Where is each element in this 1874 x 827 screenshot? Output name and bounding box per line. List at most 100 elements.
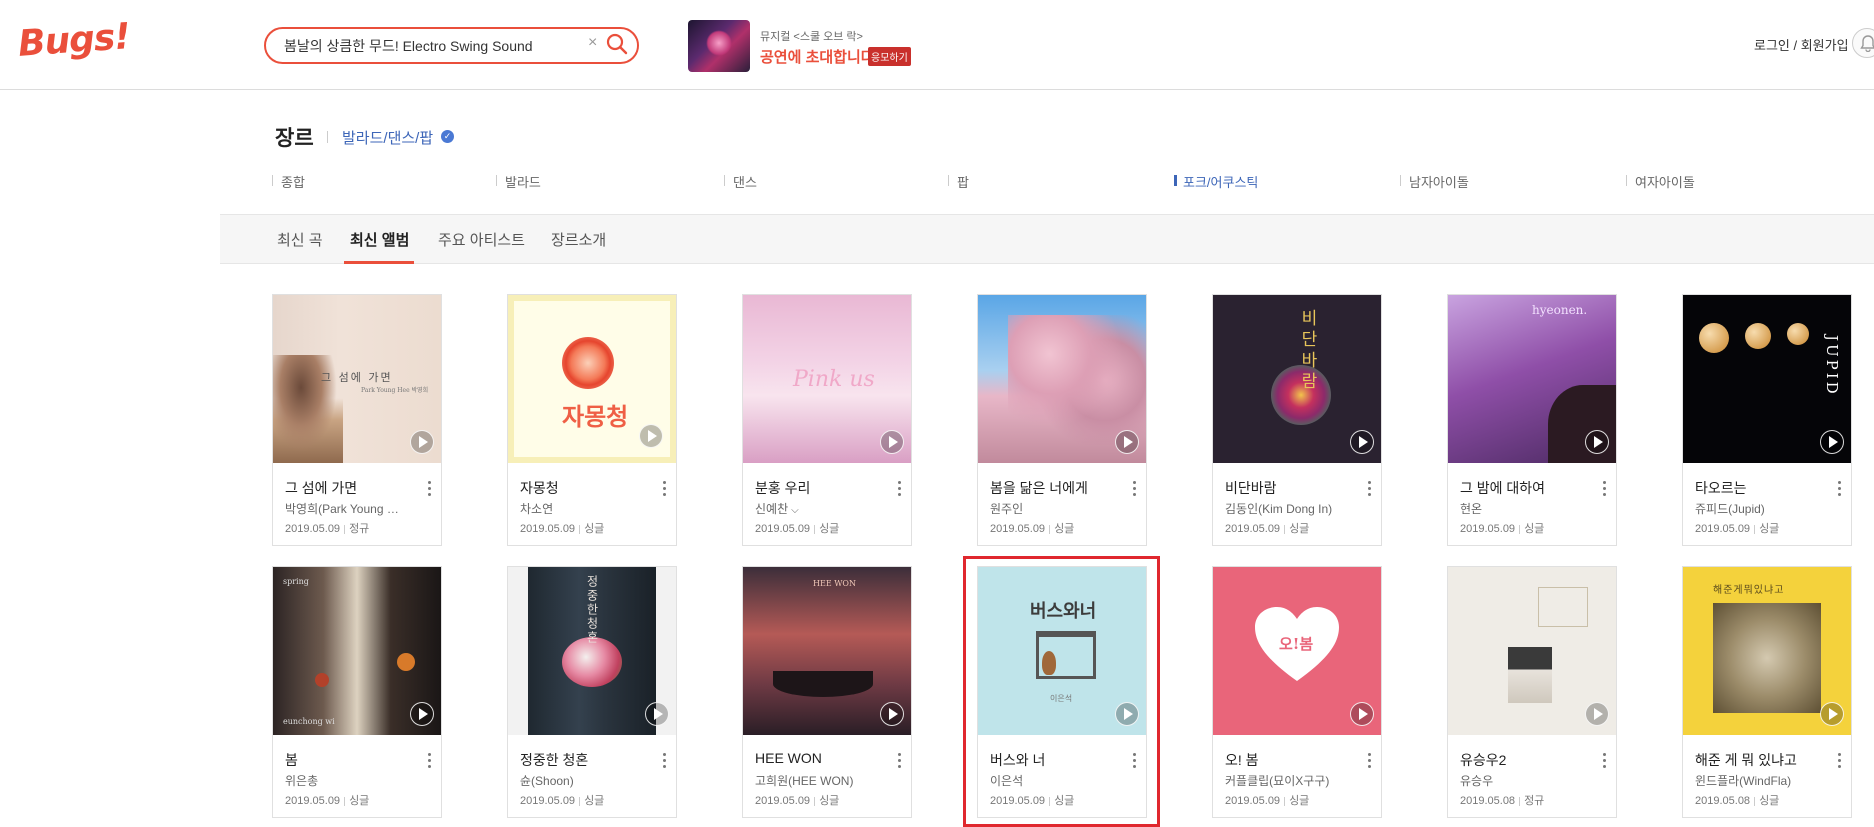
more-icon[interactable] [1598,478,1610,500]
album-artist[interactable]: 유승우 [1460,772,1580,789]
album-artist[interactable]: 슌(Shoon) [520,772,640,789]
album-title[interactable]: 오! 봄 [1225,750,1357,770]
subgenre-boy-idol[interactable]: 남자아이돌 [1400,172,1469,191]
subgenre-nav: 종합 발라드 댄스 팝 포크/어쿠스틱 남자아이돌 여자아이돌 [272,172,1872,196]
album-title[interactable]: 그 밤에 대하여 [1460,478,1592,498]
album-cover[interactable]: 자몽청 [508,295,676,463]
tab-main-artists[interactable]: 주요 아티스트 [438,229,525,250]
album-title[interactable]: 봄을 닮은 너에게 [990,478,1122,498]
play-icon[interactable] [1820,702,1844,726]
planet-art [1699,323,1729,353]
more-icon[interactable] [1363,478,1375,500]
play-icon[interactable] [1350,702,1374,726]
more-icon[interactable] [1833,750,1845,772]
album-artist[interactable]: 윈드플라(WindFla) [1695,772,1815,789]
play-icon[interactable] [1585,430,1609,454]
tab-genre-intro[interactable]: 장르소개 [551,229,606,250]
album-artist[interactable]: 커플클립(묘이X구구) [1225,772,1345,789]
album-cover[interactable]: 버스와너 이은석 [978,567,1146,735]
album-title[interactable]: 정중한 청혼 [520,750,652,770]
album-cover[interactable]: HEE WON [743,567,911,735]
genre-selector[interactable]: 발라드/댄스/팝 [342,127,433,148]
search-icon[interactable] [606,33,628,55]
search-input[interactable] [282,36,582,56]
search-box[interactable]: × [264,27,639,64]
album-cover[interactable]: 해준게뭐있냐고 [1683,567,1851,735]
album-artist[interactable]: 박영희(Park Young Hee) [285,500,405,517]
subgenre-all[interactable]: 종합 [272,172,305,191]
more-icon[interactable] [1363,750,1375,772]
more-icon[interactable] [1833,478,1845,500]
tab-latest-songs[interactable]: 최신 곡 [277,229,323,250]
notification-button[interactable] [1852,28,1874,58]
play-icon[interactable] [1115,430,1139,454]
leaf-art [397,653,415,671]
subgenre-ballad[interactable]: 발라드 [496,172,541,191]
album-cover[interactable]: 오!봄 [1213,567,1381,735]
album-cover[interactable] [1448,567,1616,735]
album-title[interactable]: 해준 게 뭐 있냐고 [1695,750,1827,770]
more-icon[interactable] [658,478,670,500]
play-icon[interactable] [880,430,904,454]
album-artist[interactable]: 김동인(Kim Dong In) [1225,500,1345,517]
album-cover[interactable] [978,295,1146,463]
musical-promo-banner[interactable]: 뮤지컬 <스쿨 오브 락> 공연에 초대합니다! 응모하기 [688,20,948,72]
check-circle-icon[interactable]: ✓ [441,130,454,143]
album-title[interactable]: 봄 [285,750,417,770]
subgenre-dance[interactable]: 댄스 [724,172,757,191]
album-title[interactable]: 그 섬에 가면 [285,478,417,498]
more-icon[interactable] [1598,750,1610,772]
more-icon[interactable] [1128,478,1140,500]
more-icon[interactable] [658,750,670,772]
bugs-logo[interactable]: Bugs! [17,16,131,65]
more-icon[interactable] [423,478,435,500]
album-artist[interactable]: 신예찬 ⌵ [755,500,875,517]
album-artist[interactable]: 이은석 [990,772,1110,789]
tab-latest-albums[interactable]: 최신 앨범 [350,229,409,250]
play-icon[interactable] [1820,430,1844,454]
album-cover[interactable]: 정중한청혼 [508,567,676,735]
album-title[interactable]: 비단바람 [1225,478,1357,498]
play-icon[interactable] [1350,430,1374,454]
more-icon[interactable] [893,750,905,772]
subgenre-folk-acoustic[interactable]: 포크/어쿠스틱 [1174,172,1258,191]
album-artist[interactable]: 현온 [1460,500,1580,517]
album-title[interactable]: 타오르는 [1695,478,1827,498]
album-cover[interactable]: spring eunchong wi [273,567,441,735]
album-type: 싱글 [584,523,605,535]
album-artist[interactable]: 위은총 [285,772,405,789]
subgenre-pop[interactable]: 팝 [948,172,969,191]
more-icon[interactable] [1128,750,1140,772]
clear-search-icon[interactable]: × [588,34,597,52]
play-icon[interactable] [1115,702,1139,726]
album-title[interactable]: 버스와 너 [990,750,1122,770]
play-icon[interactable] [880,702,904,726]
login-signup-link[interactable]: 로그인 / 회원가입 [1754,35,1849,54]
album-artist[interactable]: 원주인 [990,500,1110,517]
album-title[interactable]: 분홍 우리 [755,478,887,498]
play-icon[interactable] [1585,702,1609,726]
album-cover[interactable]: 그 섬에 가면 Park Young Hee 박영희 [273,295,441,463]
album-artist[interactable]: 쥬피드(Jupid) [1695,500,1815,517]
album-cover[interactable]: JUPID [1683,295,1851,463]
subgenre-girl-idol[interactable]: 여자아이돌 [1626,172,1695,191]
play-icon[interactable] [639,424,663,448]
play-icon[interactable] [410,702,434,726]
album-artist[interactable]: 고희원(HEE WON) [755,772,875,789]
promo-apply-badge[interactable]: 응모하기 [868,47,911,66]
album-cover[interactable]: Pink us [743,295,911,463]
album-artist[interactable]: 차소연 [520,500,640,517]
album-cover[interactable]: hyeonen. [1448,295,1616,463]
play-icon[interactable] [645,702,669,726]
album-title[interactable]: HEE WON [755,750,887,766]
planet-art [1745,323,1771,349]
chevron-down-icon[interactable]: ⌵ [791,505,799,516]
album-cover[interactable]: 비단바람 [1213,295,1381,463]
cover-text: 비단바람 [1297,309,1317,393]
more-icon[interactable] [423,750,435,772]
release-date: 2019.05.09 [755,523,811,535]
more-icon[interactable] [893,478,905,500]
play-icon[interactable] [410,430,434,454]
album-title[interactable]: 자몽청 [520,478,652,498]
album-title[interactable]: 유승우2 [1460,750,1592,770]
